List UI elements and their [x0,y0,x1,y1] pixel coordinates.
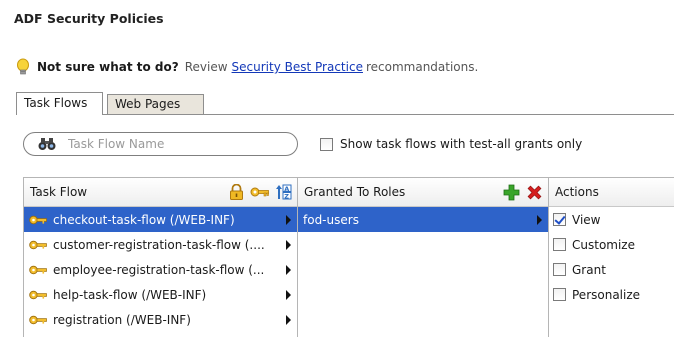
granted-roles-header-label: Granted To Roles [304,185,406,199]
help-hint: Not sure what to do? Review Security Bes… [14,58,478,76]
page-title: ADF Security Policies [14,11,164,26]
test-all-label: Show task flows with test-all grants onl… [340,137,583,151]
expand-arrow-icon [286,315,291,325]
key-icon[interactable] [250,186,270,198]
policy-grid: Task Flow A Z checkout-task-flow (/WEB-I… [23,177,674,337]
grant-checkbox[interactable] [553,263,566,276]
key-icon [29,290,47,299]
task-flow-label: employee-registration-task-flow (... [53,262,265,277]
sort-icon[interactable]: A Z [276,184,292,200]
task-flow-label: checkout-task-flow (/WEB-INF) [53,212,235,227]
task-flow-row[interactable]: employee-registration-task-flow (... [24,257,297,282]
padlock-icon[interactable] [229,184,244,200]
action-label: Customize [572,237,635,252]
task-flow-search[interactable] [23,132,298,156]
task-flow-row[interactable]: customer-registration-task-flow (.... [24,232,297,257]
actions-header-label: Actions [555,185,599,199]
role-row[interactable]: fod-users [298,207,548,232]
view-checkbox[interactable] [553,213,566,226]
action-label: Personalize [572,287,641,302]
svg-text:Z: Z [284,192,289,200]
expand-arrow-icon [286,215,291,225]
task-flow-header-tools: A Z [229,184,292,200]
tab-task-flows[interactable]: Task Flows [16,92,103,115]
task-flow-label: customer-registration-task-flow (.... [53,237,265,252]
task-flow-column: Task Flow A Z checkout-task-flow (/WEB-I… [24,178,298,337]
binoculars-icon [38,138,56,150]
granted-roles-header: Granted To Roles [298,178,548,207]
tab-web-pages[interactable]: Web Pages [107,94,204,114]
expand-arrow-icon [286,290,291,300]
personalize-checkbox[interactable] [553,288,566,301]
hint-text-end: recommandations. [365,60,479,74]
customize-checkbox[interactable] [553,238,566,251]
key-icon [29,215,47,224]
test-all-filter[interactable]: Show task flows with test-all grants onl… [320,137,582,151]
key-icon [29,265,47,274]
hint-text: Review [184,60,228,74]
task-flow-row[interactable]: help-task-flow (/WEB-INF) [24,282,297,307]
add-role-icon[interactable] [503,184,520,201]
key-icon [29,240,47,249]
action-grant[interactable]: Grant [549,257,674,282]
task-flow-header: Task Flow A Z [24,178,297,207]
security-best-practice-link[interactable]: Security Best Practice [232,60,363,74]
task-flow-row[interactable]: checkout-task-flow (/WEB-INF) [24,207,297,232]
search-input[interactable] [68,137,268,151]
action-personalize[interactable]: Personalize [549,282,674,307]
key-icon [29,315,47,324]
task-flow-label: help-task-flow (/WEB-INF) [53,287,207,302]
lightbulb-icon [17,58,29,75]
action-customize[interactable]: Customize [549,232,674,257]
granted-roles-header-tools [503,184,543,201]
hint-lead: Not sure what to do? [37,60,179,74]
actions-header: Actions [549,178,674,207]
task-flow-header-label: Task Flow [30,185,88,199]
role-label: fod-users [303,212,359,227]
granted-roles-column: Granted To Roles fod-users [298,178,549,337]
action-label: Grant [572,262,606,277]
task-flow-label: registration (/WEB-INF) [53,312,191,327]
action-view[interactable]: View [549,207,674,232]
action-label: View [572,212,601,227]
tab-divider [16,114,674,115]
task-flow-row[interactable]: registration (/WEB-INF) [24,307,297,332]
expand-arrow-icon [537,215,542,225]
expand-arrow-icon [286,265,291,275]
delete-role-icon[interactable] [526,184,543,201]
actions-column: Actions View Customize Grant Personalize [549,178,674,337]
test-all-checkbox[interactable] [320,137,333,151]
expand-arrow-icon [286,240,291,250]
